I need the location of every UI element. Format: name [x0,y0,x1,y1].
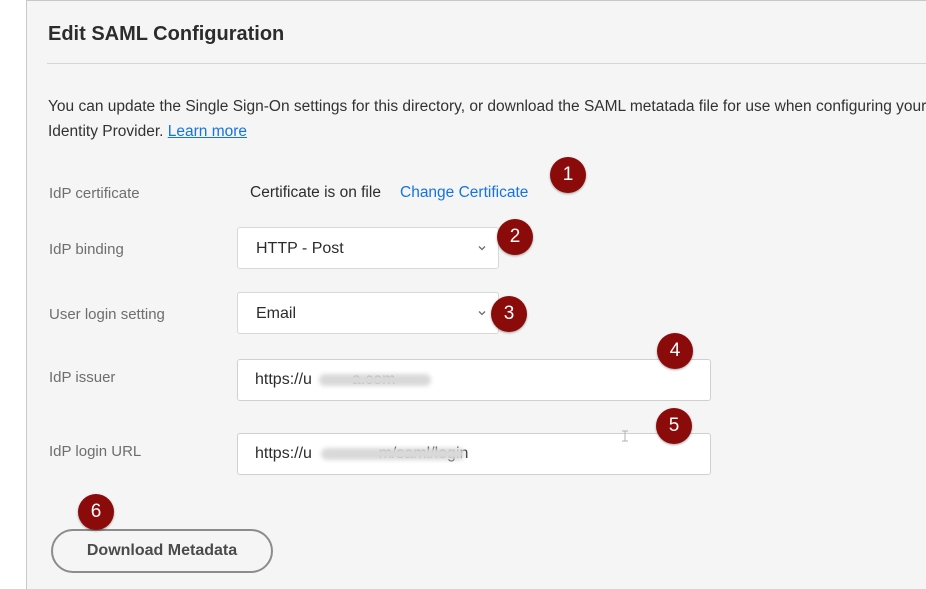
panel-title: Edit SAML Configuration [48,23,285,45]
text-cursor-icon [622,430,628,442]
idp-login-url-input[interactable] [237,433,711,475]
idp-issuer-input[interactable] [237,359,711,401]
callout-1: 1 [550,157,586,193]
user-login-setting-select[interactable]: Email [237,292,499,334]
learn-more-link[interactable]: Learn more [168,123,247,140]
user-login-setting-label: User login setting [49,306,165,323]
idp-binding-select[interactable]: HTTP - Post [237,227,499,269]
callout-5: 5 [656,408,692,444]
idp-certificate-label: IdP certificate [49,185,140,202]
change-certificate-link[interactable]: Change Certificate [400,184,528,202]
callout-3: 3 [491,296,527,332]
callout-6: 6 [78,494,114,530]
idp-binding-value: HTTP - Post [256,240,344,257]
idp-login-url-label: IdP login URL [49,443,142,460]
callout-2: 2 [497,219,533,255]
idp-issuer-label: IdP issuer [49,369,116,386]
certificate-status: Certificate is on file [250,184,381,201]
idp-binding-label: IdP binding [49,241,124,258]
callout-4: 4 [657,333,693,369]
chevron-down-icon [478,246,486,251]
title-divider [47,63,926,64]
user-login-setting-value: Email [256,305,297,322]
chevron-down-icon [478,311,486,316]
saml-config-panel: Edit SAML Configuration You can update t… [26,0,926,589]
download-metadata-button[interactable]: Download Metadata [51,529,273,573]
description: You can update the Single Sign-On settin… [48,94,926,144]
